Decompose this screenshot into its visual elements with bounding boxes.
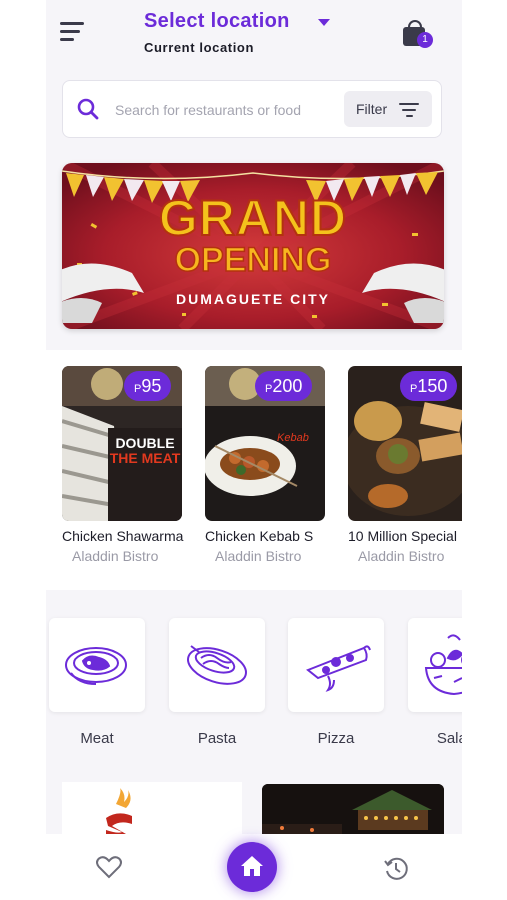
price-badge: P95 (124, 371, 172, 401)
filter-icon (399, 103, 419, 121)
category-label: Pizza (317, 730, 355, 747)
salad-icon (424, 634, 462, 696)
banner-headline: GRAND (158, 189, 348, 247)
menu-icon[interactable] (60, 22, 86, 42)
history-icon[interactable] (383, 856, 409, 882)
filter-button[interactable]: Filter (344, 91, 432, 127)
header: Select location Current location 1 (46, 0, 462, 70)
featured-products: DOUBLE THE MEAT P95 Chicken Shawarma Ala… (46, 350, 462, 590)
product-name: 10 Million Special (348, 528, 457, 544)
banner-subheadline: OPENING (174, 240, 332, 280)
product-image-text: Kebab (277, 432, 309, 444)
product-store: Aladdin Bistro (358, 548, 445, 564)
store-list (46, 782, 462, 842)
chevron-down-icon[interactable] (318, 19, 330, 26)
category-label: Salad (436, 730, 462, 747)
price-value: 150 (417, 376, 448, 396)
shopping-bag-icon[interactable]: 1 (403, 20, 433, 48)
category-tile (408, 618, 462, 712)
category-tile (49, 618, 145, 712)
product-name: Chicken Shawarma (62, 528, 184, 544)
product-image-text: THE MEAT (109, 450, 181, 466)
heart-icon[interactable] (96, 856, 122, 880)
pasta-icon (187, 645, 247, 685)
price-value: 200 (272, 376, 303, 396)
product-image-text: DOUBLE (115, 435, 175, 451)
location-selector[interactable]: Select location (144, 10, 290, 33)
meat-icon (65, 647, 127, 685)
store-card[interactable] (62, 782, 242, 842)
category-list: Meat Pasta Pizza Sal (46, 608, 462, 748)
home-button[interactable] (227, 842, 277, 892)
banner-city: DUMAGUETE CITY (176, 291, 330, 307)
pizza-icon (306, 645, 371, 692)
category-label: Pasta (197, 730, 237, 747)
filter-label: Filter (356, 101, 388, 117)
search-input[interactable] (115, 99, 333, 121)
price-value: 95 (141, 376, 162, 396)
price-badge: P200 (255, 371, 313, 401)
promo-banner[interactable]: GRAND OPENING DUMAGUETE CITY (62, 163, 444, 329)
app-screen: Select location Current location 1 Filte… (46, 0, 462, 900)
category-tile (169, 618, 265, 712)
bottom-nav (46, 834, 462, 900)
category-tile (288, 618, 384, 712)
search-icon[interactable] (77, 98, 99, 120)
product-name: Chicken Kebab S (205, 528, 314, 544)
store-logo (106, 788, 132, 840)
product-store: Aladdin Bistro (215, 548, 302, 564)
search-bar: Filter (62, 80, 442, 138)
cart-count-badge: 1 (417, 32, 433, 48)
product-store: Aladdin Bistro (72, 548, 159, 564)
price-badge: P150 (400, 371, 458, 401)
home-icon (241, 856, 263, 876)
category-label: Meat (80, 730, 114, 747)
location-subtitle: Current location (144, 40, 254, 55)
